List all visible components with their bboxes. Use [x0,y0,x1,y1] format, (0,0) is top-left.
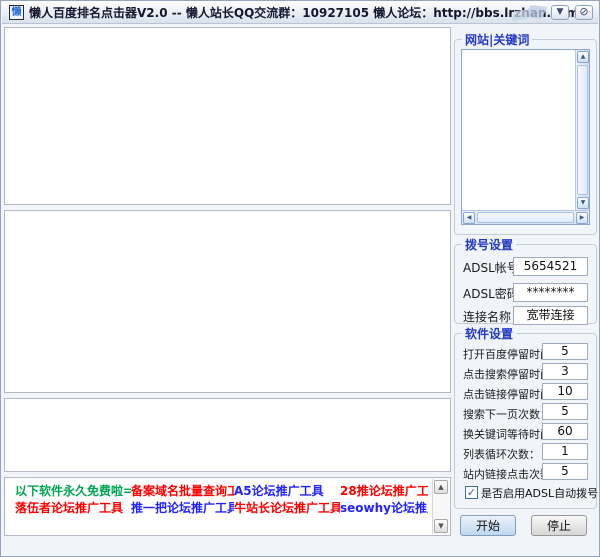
search-stay-time-field[interactable]: 3 [542,363,588,380]
keyword-wait-time-row: 换关键词等待时间： 60 [463,423,588,442]
scroll-down-button[interactable]: ▼ [434,519,448,533]
connection-name-field[interactable]: 宽带连接 [513,306,588,325]
link-seowhy-forum-tool[interactable]: seowhy论坛推广工具 [340,499,428,516]
baidu-stay-time-row: 打开百度停留时间： 5 [463,343,588,362]
start-button[interactable]: 开始 [460,515,516,536]
app-window: 懒 懒人百度排名点击器V2.0 -- 懒人站长QQ交流群：10927105 懒人… [0,0,600,557]
app-icon: 懒 [9,4,24,20]
stop-button[interactable]: 停止 [531,515,587,536]
promo-links-body: 以下软件永久免费啦==>> 备案域名批量查询工具 A5论坛推广工具 28推论坛推… [15,483,428,517]
window-title: 懒人百度排名点击器V2.0 -- 懒人站长QQ交流群：10927105 懒人论坛… [29,5,579,20]
arrow-down-icon: ▼ [580,199,586,206]
link-stay-time-field[interactable]: 10 [542,383,588,400]
keyword-wait-time-field[interactable]: 60 [542,423,588,440]
keywords-group-title: 网站|关键词 [462,31,533,48]
arrow-up-icon: ▲ [580,53,586,60]
scroll-right-button[interactable]: ▶ [576,212,588,224]
search-stay-time-row: 点击搜索停留时间： 3 [463,363,588,382]
link-niuzhanzhang-forum-tool[interactable]: 牛站长论坛推广工具 [234,499,340,516]
scroll-left-button[interactable]: ◀ [463,212,475,224]
close-button[interactable]: ⊘ [575,5,593,20]
link-28tui-forum-tool[interactable]: 28推论坛推广工具 [340,482,428,499]
adsl-auto-dial-label: 是否启用ADSL自动拨号 [481,486,599,500]
dial-settings-group: 拨号设置 ADSL帐号： 5654521 ADSL密码： ******** 连接… [454,236,597,325]
arrow-down-icon: ▼ [438,522,444,530]
link-luowuzhe-forum-tool[interactable]: 落伍者论坛推广工具 [15,499,131,516]
keywords-horizontal-scrollbar[interactable]: ◀ ▶ [462,210,589,224]
keywords-vertical-scrollbar[interactable]: ▲ ▼ [575,50,589,210]
list-loop-count-row: 列表循环次数： 1 [463,443,588,462]
free-tools-label: 以下软件永久免费啦==>> [15,483,131,498]
scroll-up-button[interactable]: ▲ [434,480,448,494]
result-panel-middle [4,210,451,393]
site-link-click-count-field[interactable]: 5 [542,463,588,480]
link-a5-forum-tool[interactable]: A5论坛推广工具 [234,482,340,499]
adsl-account-field[interactable]: 5654521 [513,257,588,276]
connection-name-row: 连接名称： 宽带连接 [463,306,588,325]
keywords-group: 网站|关键词 ▲ ▼ ◀ ▶ [454,31,597,235]
software-settings-group: 软件设置 打开百度停留时间： 5 点击搜索停留时间： 3 点击链接停留时间： 1… [454,325,598,509]
link-beian-domain-tool[interactable]: 备案域名批量查询工具 [131,482,234,499]
site-link-click-count-row: 站内链接点击次数： 5 [463,463,588,482]
keywords-textarea[interactable]: ▲ ▼ ◀ ▶ [461,49,590,225]
adsl-auto-dial-row: ✓ 是否启用ADSL自动拨号 [465,485,598,500]
next-page-count-label: 搜索下一页次数： [463,408,551,421]
link-tuiyiba-forum-tool[interactable]: 推一把论坛推广工具 [131,499,234,516]
close-icon: ⊘ [579,5,589,18]
arrow-right-icon: ▶ [579,214,585,221]
title-bar[interactable]: 懒 懒人百度排名点击器V2.0 -- 懒人站长QQ交流群：10927105 懒人… [2,1,598,24]
promo-links-row: 以下软件永久免费啦==>> 备案域名批量查询工具 A5论坛推广工具 28推论坛推… [15,482,428,499]
next-page-count-row: 搜索下一页次数： 5 [463,403,588,422]
keywords-textarea-content [464,52,573,208]
next-page-count-field[interactable]: 5 [542,403,588,420]
adsl-account-row: ADSL帐号： 5654521 [463,257,588,276]
promo-links-panel: 以下软件永久免费啦==>> 备案域名批量查询工具 A5论坛推广工具 28推论坛推… [4,477,451,536]
software-settings-title: 软件设置 [462,325,517,342]
scroll-down-button[interactable]: ▼ [577,197,589,209]
scroll-up-button[interactable]: ▲ [577,51,589,63]
adsl-auto-dial-checkbox[interactable]: ✓ [465,486,478,499]
links-scrollbar[interactable]: ▲ ▼ [432,479,449,534]
arrow-up-icon: ▲ [438,483,444,491]
adsl-password-field[interactable]: ******** [513,283,588,302]
minimize-icon: ▼ [556,7,564,17]
minimize-button[interactable]: ▼ [551,5,569,20]
dial-settings-title: 拨号设置 [462,236,517,253]
check-icon: ✓ [466,486,477,499]
result-panel-bottom [4,398,451,472]
arrow-left-icon: ◀ [466,214,472,221]
vertical-scroll-thumb[interactable] [577,65,588,195]
adsl-password-row: ADSL密码： ******** [463,283,588,302]
result-panel-top [4,27,451,205]
list-loop-count-label: 列表循环次数： [463,448,540,461]
link-stay-time-row: 点击链接停留时间： 10 [463,383,588,402]
baidu-stay-time-field[interactable]: 5 [542,343,588,360]
list-loop-count-field[interactable]: 1 [542,443,588,460]
titlebar-decoration [510,5,549,22]
horizontal-scroll-thumb[interactable] [477,212,574,223]
promo-links-row: 落伍者论坛推广工具 推一把论坛推广工具 牛站长论坛推广工具 seowhy论坛推广… [15,499,428,516]
